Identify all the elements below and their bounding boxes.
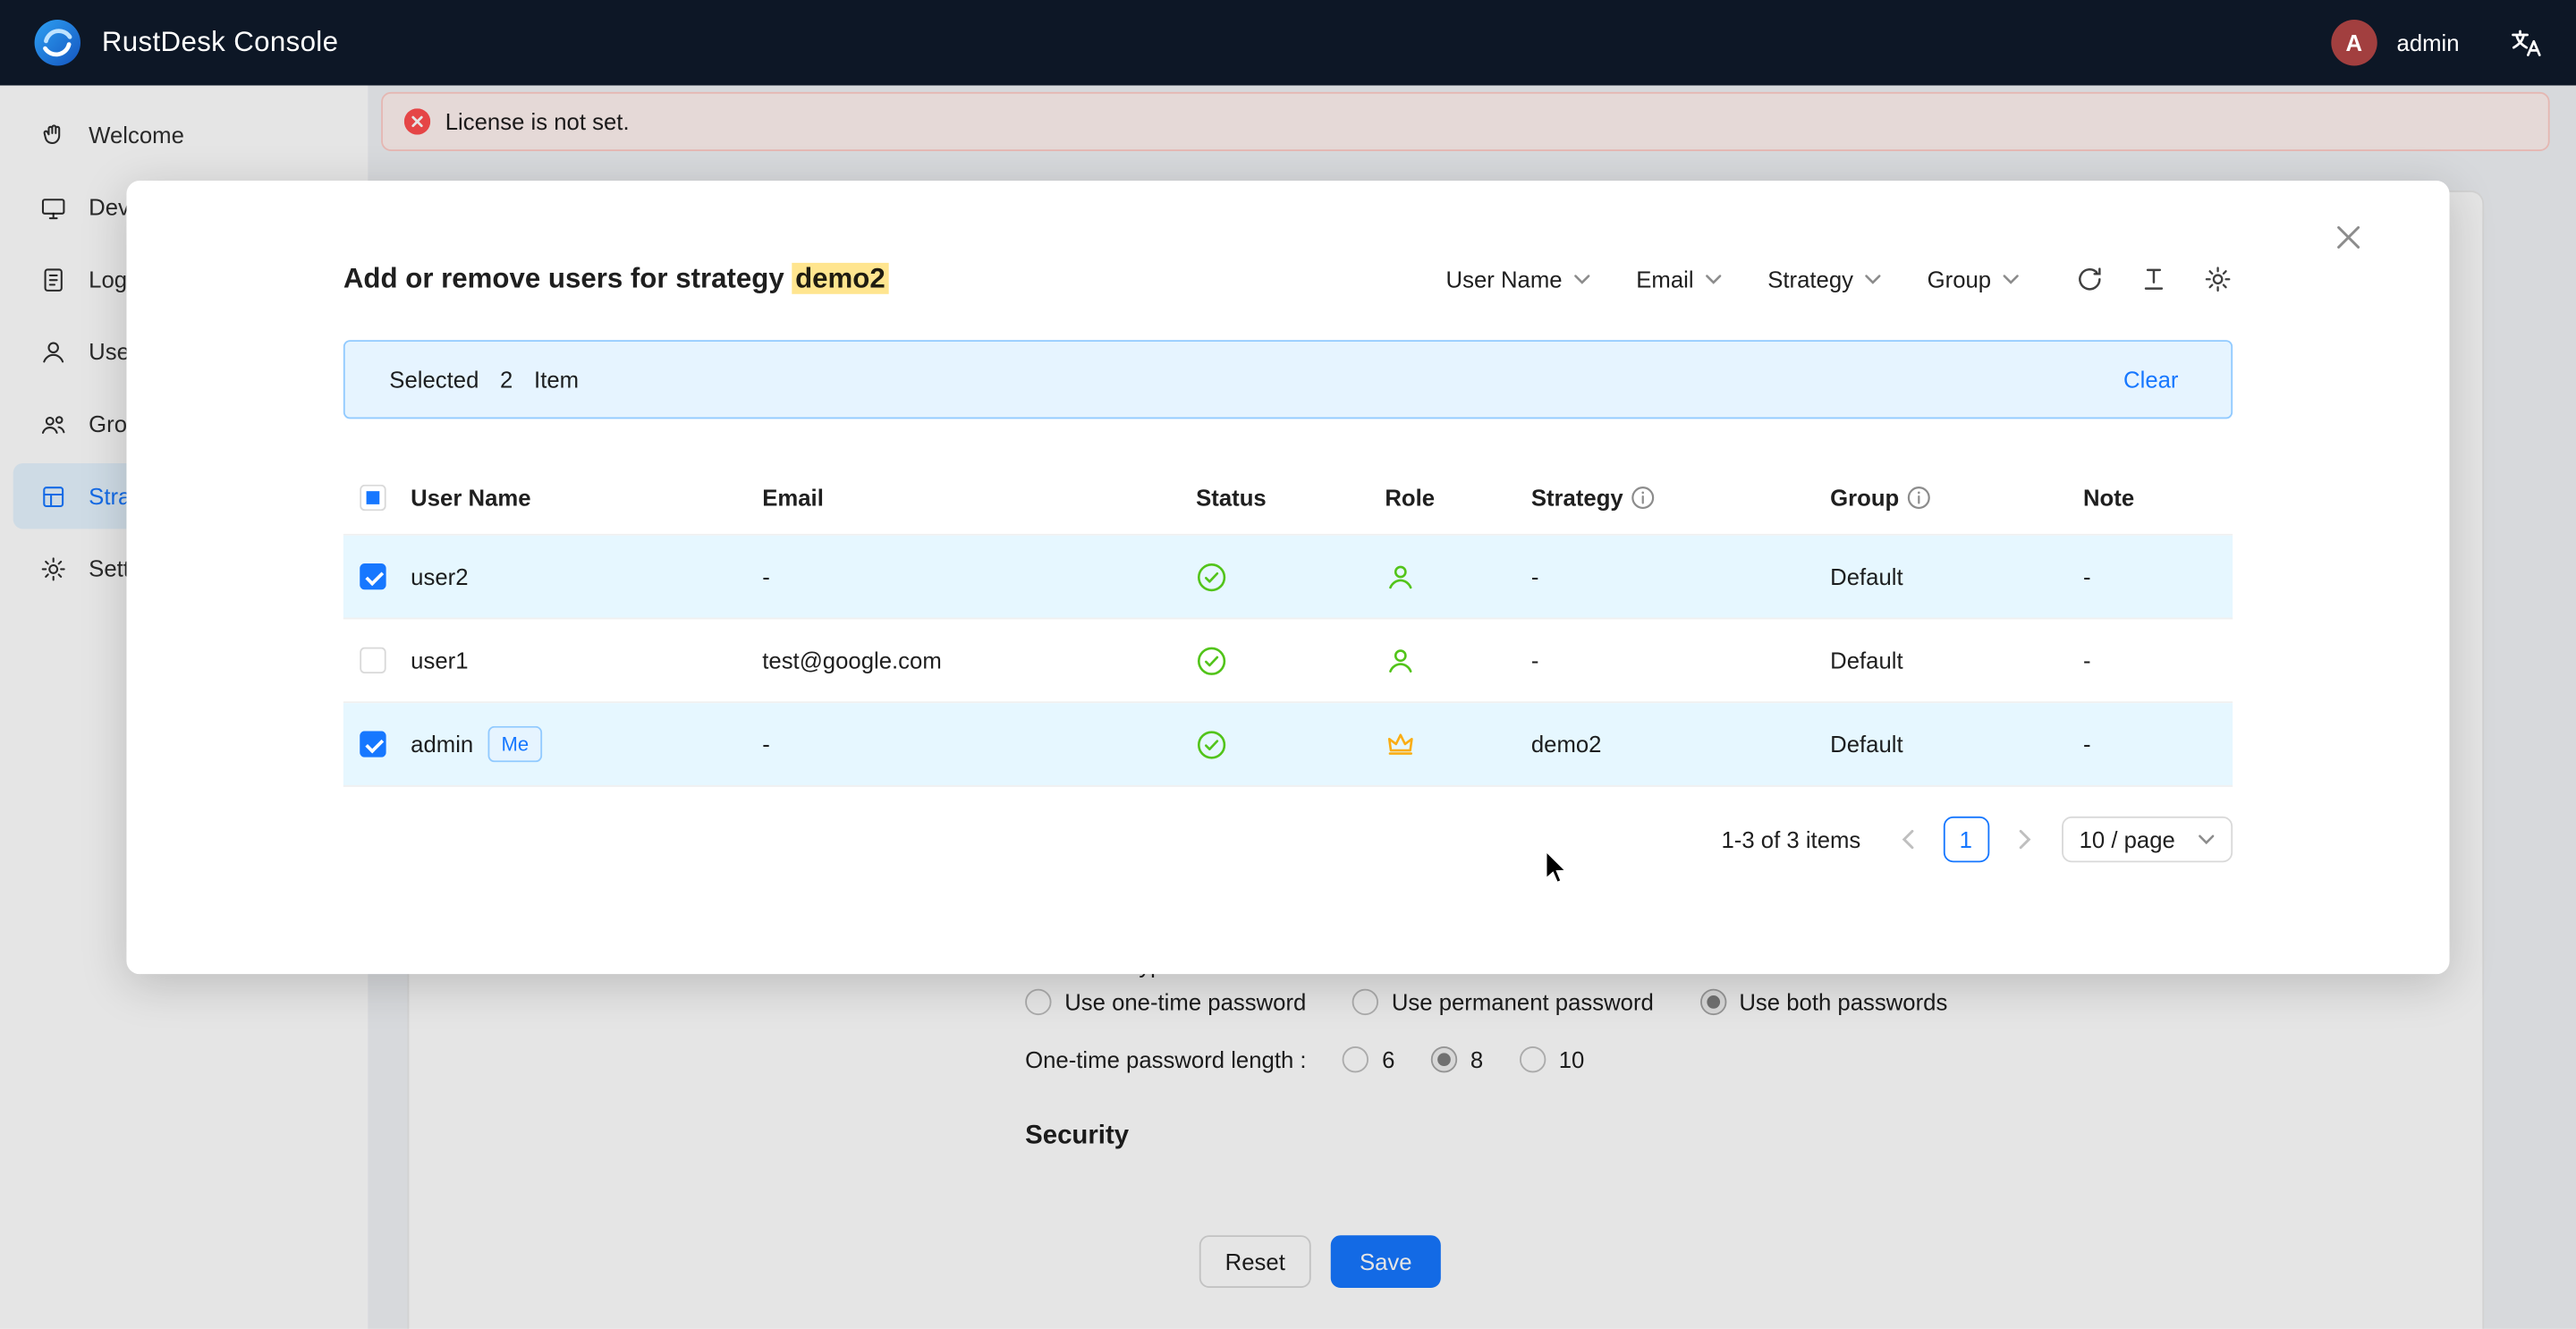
cell-email: test@google.com — [762, 648, 1196, 673]
filter-toolbar: User Name Email Strategy — [1446, 265, 2233, 294]
col-group: Group — [1830, 484, 2083, 510]
status-ok-icon — [1196, 645, 1227, 676]
me-badge: Me — [488, 726, 542, 762]
cell-note: - — [2083, 731, 2233, 757]
table-tools — [2075, 265, 2233, 294]
page-number-1[interactable]: 1 — [1943, 817, 1988, 862]
brand: RustDesk Console — [33, 18, 339, 67]
cell-group: Default — [1830, 731, 2083, 757]
topbar: RustDesk Console A admin — [0, 0, 2576, 86]
users-table: User Name Email Status Role Strategy Gro… — [343, 460, 2233, 787]
role-admin-crown-icon — [1385, 729, 1416, 760]
cell-user: user1 — [411, 648, 762, 673]
app-title: RustDesk Console — [102, 26, 338, 59]
row-checkbox[interactable] — [360, 731, 386, 757]
user-avatar[interactable]: A — [2331, 20, 2377, 65]
username[interactable]: admin — [2397, 30, 2460, 55]
selected-label: Selected — [389, 367, 479, 393]
row-checkbox[interactable] — [360, 563, 386, 589]
filter-label: User Name — [1446, 267, 1563, 292]
cell-note: - — [2083, 563, 2233, 589]
filter-label: Group — [1928, 267, 1991, 292]
selected-count: 2 — [500, 367, 513, 393]
col-label: Strategy — [1531, 484, 1623, 510]
cell-email: - — [762, 731, 1196, 757]
clear-selection-link[interactable]: Clear — [2123, 367, 2178, 393]
status-ok-icon — [1196, 561, 1227, 592]
cell-group: Default — [1830, 648, 2083, 673]
filter-user-name[interactable]: User Name — [1446, 267, 1590, 292]
page-size-select[interactable]: 10 / page — [2061, 817, 2233, 862]
selection-summary: Selected 2 Item — [389, 367, 593, 393]
filter-label: Email — [1636, 267, 1693, 292]
chevron-down-icon — [2003, 275, 2019, 284]
next-page-icon[interactable] — [2004, 818, 2046, 861]
col-note: Note — [2083, 484, 2233, 510]
cell-note: - — [2083, 648, 2233, 673]
modal-header: Add or remove users for strategy demo2 U… — [343, 253, 2233, 306]
col-user-name: User Name — [411, 484, 762, 510]
info-circle-icon[interactable] — [1907, 486, 1930, 509]
cell-strategy: demo2 — [1531, 731, 1830, 757]
column-height-icon[interactable] — [2139, 265, 2168, 294]
pagination: 1-3 of 3 items 1 10 / page — [343, 817, 2233, 862]
status-ok-icon — [1196, 729, 1227, 760]
add-remove-users-dialog: Add or remove users for strategy demo2 U… — [126, 181, 2449, 974]
filter-label: Strategy — [1767, 267, 1853, 292]
settings-gear-icon[interactable] — [2203, 265, 2233, 294]
table-row-admin[interactable]: admin Me - — [343, 703, 2233, 787]
topbar-right: A admin — [2331, 20, 2543, 65]
col-label: Group — [1830, 484, 1899, 510]
cell-user: admin Me — [411, 726, 762, 762]
modal-title-text: Add or remove users for strategy — [343, 263, 784, 294]
row-checkbox[interactable] — [360, 648, 386, 673]
chevron-down-icon — [1865, 275, 1881, 284]
col-strategy: Strategy — [1531, 484, 1830, 510]
select-all-checkbox[interactable] — [360, 484, 386, 510]
info-circle-icon[interactable] — [1631, 486, 1655, 509]
modal-title: Add or remove users for strategy demo2 — [343, 263, 889, 296]
chevron-down-icon — [2199, 834, 2215, 844]
user-name-text: admin — [411, 731, 473, 757]
selection-banner: Selected 2 Item Clear — [343, 340, 2233, 419]
role-user-icon — [1385, 645, 1416, 676]
rustdesk-logo-icon — [33, 18, 82, 67]
chevron-down-icon — [1573, 275, 1589, 284]
filter-strategy[interactable]: Strategy — [1767, 267, 1881, 292]
cell-group: Default — [1830, 563, 2083, 589]
cell-user: user2 — [411, 563, 762, 589]
col-email: Email — [762, 484, 1196, 510]
strategy-name-highlight: demo2 — [792, 263, 888, 294]
page-size-value: 10 / page — [2080, 826, 2175, 852]
translate-icon[interactable] — [2509, 25, 2544, 60]
close-icon[interactable] — [2331, 220, 2364, 253]
table-header-row: User Name Email Status Role Strategy Gro… — [343, 460, 2233, 535]
col-status: Status — [1196, 484, 1385, 510]
chevron-down-icon — [1705, 275, 1721, 284]
role-user-icon — [1385, 561, 1416, 592]
selected-suffix: Item — [534, 367, 579, 393]
col-role: Role — [1385, 484, 1530, 510]
avatar-letter: A — [2345, 30, 2362, 55]
table-row-user2[interactable]: user2 - - Defa — [343, 536, 2233, 620]
mouse-cursor — [1545, 851, 1578, 886]
cell-strategy: - — [1531, 563, 1830, 589]
filter-group[interactable]: Group — [1928, 267, 2020, 292]
cell-strategy: - — [1531, 648, 1830, 673]
filter-email[interactable]: Email — [1636, 267, 1722, 292]
cell-email: - — [762, 563, 1196, 589]
refresh-icon[interactable] — [2075, 265, 2105, 294]
pagination-summary: 1-3 of 3 items — [1721, 826, 1860, 852]
prev-page-icon[interactable] — [1885, 818, 1928, 861]
table-row-user1[interactable]: user1 test@google.com — [343, 619, 2233, 703]
